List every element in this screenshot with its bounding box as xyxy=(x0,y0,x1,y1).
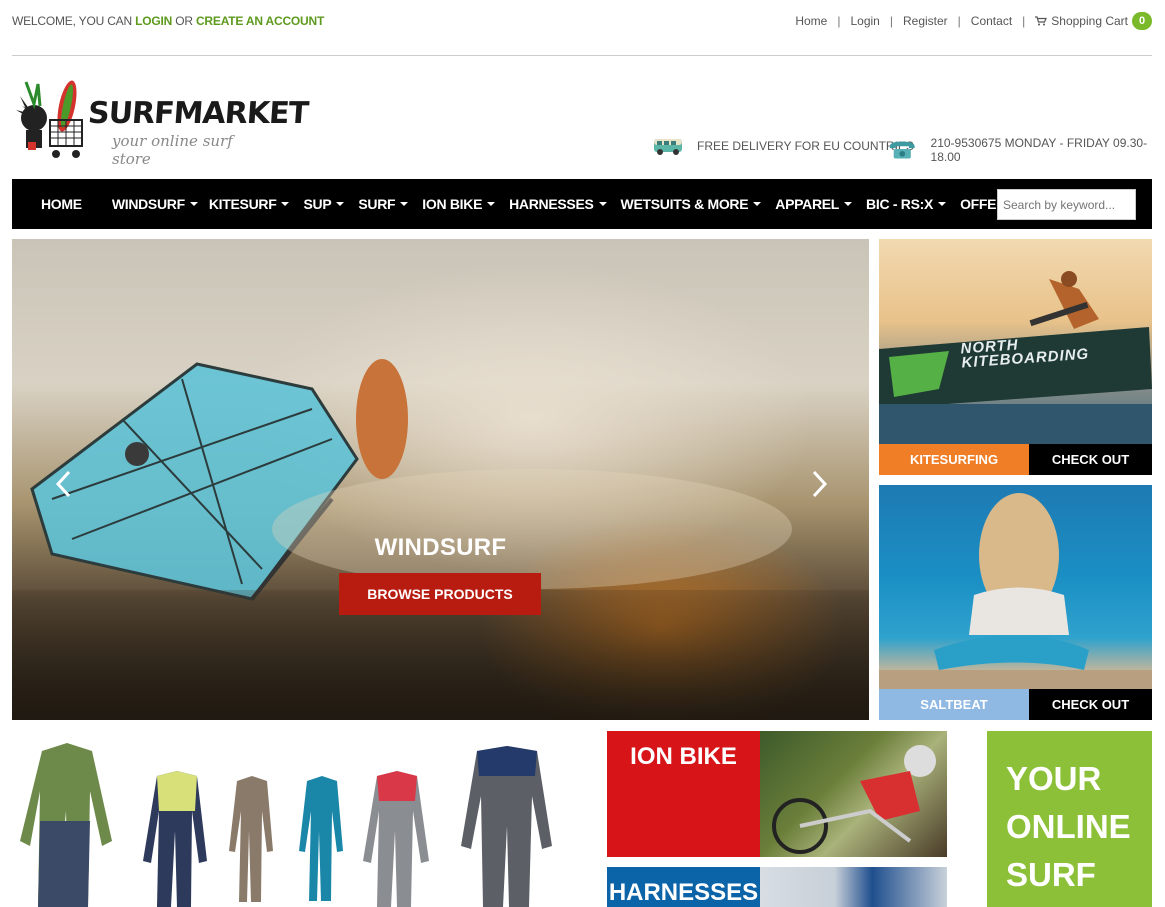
hero-title: WINDSURF xyxy=(374,534,507,561)
yoga-woman-image xyxy=(879,493,1152,689)
check-out-button[interactable]: CHECK OUT xyxy=(1029,444,1152,475)
promo-bar: SALTBEAT CHECK OUT xyxy=(879,689,1152,720)
promo-label-saltbeat[interactable]: SALTBEAT xyxy=(879,689,1029,720)
cart-count-badge: 0 xyxy=(1132,12,1152,30)
nav-item-harnesses[interactable]: HARNESSES xyxy=(509,196,607,212)
caret-down-icon xyxy=(281,202,290,206)
top-link-home[interactable]: Home xyxy=(795,14,827,28)
tagline-line: ONLINE xyxy=(1006,808,1131,845)
caret-down-icon xyxy=(400,202,409,206)
tagline-text: YOUR ONLINE SURF STORE xyxy=(1006,755,1131,907)
caret-down-icon xyxy=(938,202,947,206)
top-link-register[interactable]: Register xyxy=(903,14,948,28)
promo-bar: KITESURFING CHECK OUT xyxy=(879,444,1152,475)
mountain-biker-image xyxy=(772,745,936,854)
wetsuits-image xyxy=(20,743,552,907)
caret-down-icon xyxy=(844,202,853,206)
caret-down-icon xyxy=(189,202,198,206)
cart-icon xyxy=(1035,16,1048,26)
prev-slide-arrow-icon[interactable] xyxy=(54,469,74,499)
nav-label: SUP xyxy=(303,196,332,212)
divider: | xyxy=(837,14,841,28)
tagline-line: YOUR xyxy=(1006,760,1102,797)
browse-products-button[interactable]: BROWSE PRODUCTS xyxy=(339,573,541,615)
free-delivery-text: FREE DELIVERY FOR EU COUNTRIES xyxy=(697,139,914,153)
shopping-cart-label: Shopping Cart xyxy=(1051,14,1128,28)
nav-item-surf[interactable]: SURF xyxy=(358,196,409,212)
site-logo[interactable]: SURFMARKET your online surf store xyxy=(12,76,309,168)
free-delivery-info: FREE DELIVERY FOR EU COUNTRIES xyxy=(653,136,914,156)
nav-label: BIC - RS:X xyxy=(866,196,934,212)
nav-label: HOME xyxy=(41,196,82,212)
top-link-contact[interactable]: Contact xyxy=(971,14,1012,28)
tile-title: HARNESSES xyxy=(607,867,760,907)
nav-item-windsurf[interactable]: WINDSURF xyxy=(112,196,198,212)
divider: | xyxy=(1022,14,1026,28)
caret-down-icon xyxy=(753,202,762,206)
logo-wordmark: SURFMARKET xyxy=(86,96,310,131)
promo-banner-text: NORTH KITEBOARDING xyxy=(960,336,1090,372)
login-link[interactable]: LOGIN xyxy=(135,14,172,28)
logo-mascot-icon xyxy=(16,80,83,158)
caret-down-icon xyxy=(336,202,345,206)
search-input[interactable] xyxy=(997,189,1136,220)
promo-saltbeat[interactable]: SALTBEAT CHECK OUT xyxy=(879,485,1152,720)
nav-label: WINDSURF xyxy=(111,196,185,212)
nav-label: KITESURF xyxy=(208,196,277,212)
nav-item-bic-rsx[interactable]: BIC - RS:X xyxy=(866,196,947,212)
divider: | xyxy=(889,14,893,28)
top-bar: WELCOME, YOU CAN LOGIN OR CREATE AN ACCO… xyxy=(12,0,1152,56)
top-links: Home | Login | Register | Contact | Shop… xyxy=(795,12,1152,30)
shopping-cart-link[interactable]: Shopping Cart 0 xyxy=(1035,12,1152,30)
promo-saltbeat-image xyxy=(879,485,1152,689)
nav-label: HARNESSES xyxy=(509,196,594,212)
promo-label-kitesurfing[interactable]: KITESURFING xyxy=(879,444,1029,475)
check-out-button[interactable]: CHECK OUT xyxy=(1029,689,1152,720)
welcome-text: WELCOME, YOU CAN xyxy=(12,14,132,28)
tagline-line: SURF xyxy=(1006,856,1096,893)
tagline-line: STORE xyxy=(1006,899,1131,907)
category-tile-ion-bike[interactable]: ION BIKE xyxy=(607,731,947,857)
phone-hours-text: 210-9530675 MONDAY - FRIDAY 09.30-18.00 xyxy=(930,136,1148,164)
ion-bike-image xyxy=(760,731,947,857)
phone-info: 210-9530675 MONDAY - FRIDAY 09.30-18.00 xyxy=(888,136,1165,164)
wetsuits-banner-image[interactable] xyxy=(12,731,592,907)
nav-item-kitesurf[interactable]: KITESURF xyxy=(209,196,290,212)
logo-tagline: your online surf store xyxy=(112,132,233,168)
nav-label: ION BIKE xyxy=(422,196,483,212)
nav-item-ion-bike[interactable]: ION BIKE xyxy=(422,196,496,212)
nav-item-home[interactable]: HOME xyxy=(41,196,82,212)
top-link-login[interactable]: Login xyxy=(850,14,879,28)
welcome-message: WELCOME, YOU CAN LOGIN OR CREATE AN ACCO… xyxy=(12,14,324,28)
tagline-box: YOUR ONLINE SURF STORE xyxy=(987,731,1152,907)
van-icon xyxy=(654,139,682,155)
harnesses-image xyxy=(760,867,947,907)
promo-kitesurfing-image: NORTH KITEBOARDING xyxy=(879,239,1152,444)
category-tile-harnesses[interactable]: HARNESSES xyxy=(607,867,947,907)
caret-down-icon xyxy=(487,202,496,206)
tile-title: ION BIKE xyxy=(607,731,760,857)
nav-label: WETSUITS & MORE xyxy=(620,196,749,212)
nav-item-sup[interactable]: SUP xyxy=(303,196,345,212)
promo-kitesurfing[interactable]: NORTH KITEBOARDING KITESURFING CHECK OUT xyxy=(879,239,1152,475)
nav-label: APPAREL xyxy=(775,196,840,212)
phone-icon xyxy=(889,141,915,159)
divider: | xyxy=(957,14,961,28)
nav-label: SURF xyxy=(358,196,396,212)
main-navigation: HOME WINDSURF KITESURF SUP SURF ION BIKE… xyxy=(12,179,1152,229)
hero-slider: WINDSURF BROWSE PRODUCTS xyxy=(12,239,869,720)
caret-down-icon xyxy=(598,202,607,206)
next-slide-arrow-icon[interactable] xyxy=(809,469,829,499)
or-text: OR xyxy=(175,14,193,28)
create-account-link[interactable]: CREATE AN ACCOUNT xyxy=(196,14,324,28)
nav-item-wetsuits[interactable]: WETSUITS & MORE xyxy=(621,196,762,212)
nav-item-apparel[interactable]: APPAREL xyxy=(775,196,853,212)
